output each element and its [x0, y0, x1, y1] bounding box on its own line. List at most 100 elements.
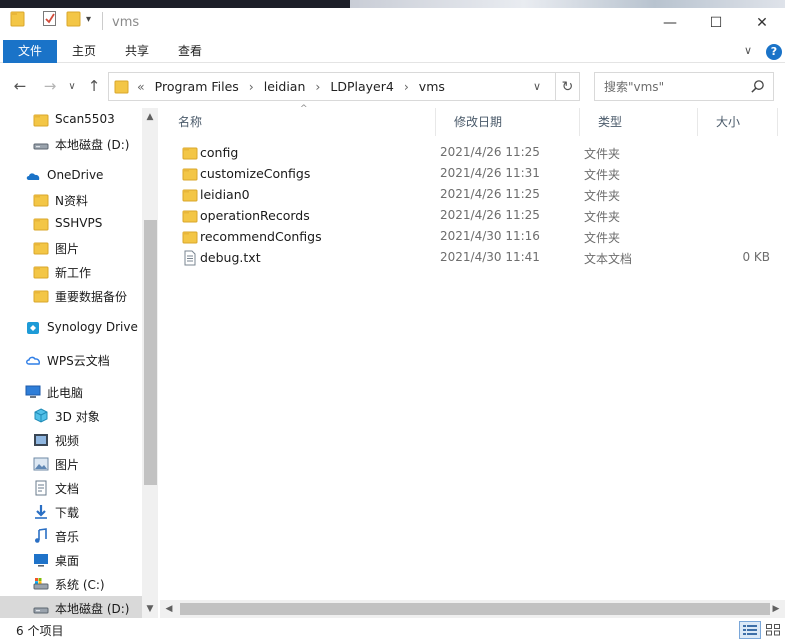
scrollbar-thumb[interactable]	[144, 220, 157, 485]
file-row[interactable]: config 2021/4/26 11:25 文件夹	[172, 142, 777, 163]
folder-icon	[33, 114, 49, 127]
address-bar[interactable]: « Program Files › leidian › LDPlayer4 › …	[108, 72, 556, 101]
breadcrumb-program-files[interactable]: Program Files	[155, 79, 239, 94]
scroll-up-button[interactable]: ▲	[142, 108, 158, 126]
sidebar-item[interactable]: OneDrive	[0, 164, 142, 188]
file-row[interactable]: customizeConfigs 2021/4/26 11:31 文件夹	[172, 163, 777, 184]
sidebar-item[interactable]: 图片	[0, 236, 142, 260]
maximize-button[interactable]: ☐	[693, 8, 739, 38]
sidebar-item[interactable]: 音乐	[0, 524, 142, 548]
sidebar-item-label: SSHVPS	[55, 216, 103, 230]
onedrive-icon	[26, 173, 40, 180]
drive-icon	[33, 143, 49, 150]
ribbon-collapse-icon[interactable]: ∨	[744, 44, 752, 57]
navigation-scrollbar[interactable]: ▲ ▼	[142, 108, 158, 618]
file-size: 0 KB	[742, 250, 770, 264]
sidebar-item[interactable]: 新工作	[0, 260, 142, 284]
folder-icon	[33, 290, 49, 303]
sidebar-item[interactable]: 本地磁盘 (D:)	[0, 596, 142, 618]
sidebar-item[interactable]: 视频	[0, 428, 142, 452]
help-icon[interactable]: ?	[766, 44, 782, 60]
sidebar-item[interactable]: SSHVPS	[0, 212, 142, 236]
refresh-button[interactable]: ↻	[556, 72, 580, 101]
breadcrumb-overflow[interactable]: «	[137, 79, 145, 94]
sidebar-item[interactable]: 文档	[0, 476, 142, 500]
sidebar-item[interactable]: WPS云文档	[0, 348, 142, 372]
file-date: 2021/4/26 11:25	[440, 208, 540, 222]
sort-arrow-icon: ^	[300, 104, 308, 114]
file-row[interactable]: leidian0 2021/4/26 11:25 文件夹	[172, 184, 777, 205]
forward-button[interactable]: →	[40, 76, 60, 96]
search-icon[interactable]	[750, 79, 765, 94]
sidebar-item-label: 音乐	[55, 530, 80, 544]
sidebar-item[interactable]: 图片	[0, 452, 142, 476]
music-icon	[35, 528, 47, 543]
new-folder-icon[interactable]	[66, 8, 82, 28]
sidebar-item[interactable]: Synology Drive -	[0, 316, 142, 340]
breadcrumb-separator[interactable]: ›	[249, 79, 254, 94]
navigation-bar: ← → ∨ ↑ « Program Files › leidian › LDPl…	[0, 64, 785, 108]
breadcrumb-leidian[interactable]: leidian	[264, 79, 306, 94]
file-row[interactable]: operationRecords 2021/4/26 11:25 文件夹	[172, 205, 777, 226]
search-input[interactable]	[595, 73, 745, 100]
large-icons-view-button[interactable]	[762, 621, 784, 639]
file-date: 2021/4/26 11:31	[440, 166, 540, 180]
tab-share[interactable]: 共享	[117, 40, 157, 63]
minimize-button[interactable]: —	[647, 8, 693, 38]
breadcrumb-separator[interactable]: ›	[404, 79, 409, 94]
documents-icon	[35, 480, 47, 496]
sidebar-item[interactable]: 此电脑	[0, 380, 142, 404]
sidebar-item[interactable]: 下载	[0, 500, 142, 524]
up-button[interactable]: ↑	[84, 76, 104, 96]
sidebar-item-label: 新工作	[55, 266, 92, 280]
address-dropdown-icon[interactable]: ∨	[526, 72, 548, 101]
sidebar-item-label: 文档	[55, 482, 80, 496]
sidebar-item-label: 此电脑	[47, 386, 84, 400]
sidebar-item[interactable]: 重要数据备份	[0, 284, 142, 308]
sidebar-item[interactable]: 桌面	[0, 548, 142, 572]
sidebar-item[interactable]: 本地磁盘 (D:)	[0, 132, 142, 156]
scroll-left-button[interactable]: ◀	[160, 600, 178, 618]
file-list: 名称 ^ 修改日期 类型 大小 config 2021/4/26 11:25 文件夹…	[160, 104, 785, 598]
scrollbar-thumb[interactable]	[180, 603, 770, 615]
file-row[interactable]: debug.txt 2021/4/30 11:41 文本文档 0 KB	[172, 247, 777, 268]
recent-locations-button[interactable]: ∨	[62, 76, 82, 96]
file-row[interactable]: recommendConfigs 2021/4/30 11:16 文件夹	[172, 226, 777, 247]
column-header-name[interactable]: 名称	[160, 108, 436, 136]
tab-home[interactable]: 主页	[64, 40, 104, 63]
back-button[interactable]: ←	[10, 76, 30, 96]
scroll-down-button[interactable]: ▼	[142, 600, 158, 618]
scroll-right-button[interactable]: ▶	[767, 600, 785, 618]
folder-icon	[10, 11, 25, 27]
breadcrumb-vms[interactable]: vms	[419, 79, 445, 94]
quick-access-dropdown-icon[interactable]: ▾	[86, 14, 91, 25]
wallpaper-art	[350, 0, 785, 8]
sidebar-item[interactable]: Scan5503	[0, 108, 142, 132]
breadcrumb-separator[interactable]: ›	[315, 79, 320, 94]
breadcrumb-ldplayer4[interactable]: LDPlayer4	[330, 79, 393, 94]
video-icon	[34, 434, 48, 446]
folder-icon	[33, 266, 49, 279]
search-box[interactable]	[594, 72, 774, 101]
3d-objects-icon	[34, 408, 48, 423]
sidebar-item-label: 重要数据备份	[55, 290, 128, 304]
file-name: customizeConfigs	[200, 166, 311, 181]
sidebar-item[interactable]: N资料	[0, 188, 142, 212]
sidebar-item[interactable]: 系统 (C:)	[0, 572, 142, 596]
close-button[interactable]: ✕	[739, 8, 785, 38]
sidebar-item-label: Synology Drive -	[47, 320, 142, 334]
file-type: 文件夹	[584, 147, 621, 161]
tab-file[interactable]: 文件	[3, 40, 57, 63]
tab-view[interactable]: 查看	[170, 40, 210, 63]
properties-icon[interactable]	[42, 8, 58, 28]
item-count: 6 个项目	[16, 624, 64, 638]
file-name: recommendConfigs	[200, 229, 322, 244]
column-header-size[interactable]: 大小	[698, 108, 778, 136]
column-header-type[interactable]: 类型	[580, 108, 698, 136]
column-header-date[interactable]: 修改日期	[436, 108, 580, 136]
folder-icon	[33, 242, 49, 255]
horizontal-scrollbar[interactable]: ◀ ▶	[160, 600, 785, 618]
folder-icon	[182, 189, 198, 202]
sidebar-item[interactable]: 3D 对象	[0, 404, 142, 428]
details-view-button[interactable]	[739, 621, 761, 639]
